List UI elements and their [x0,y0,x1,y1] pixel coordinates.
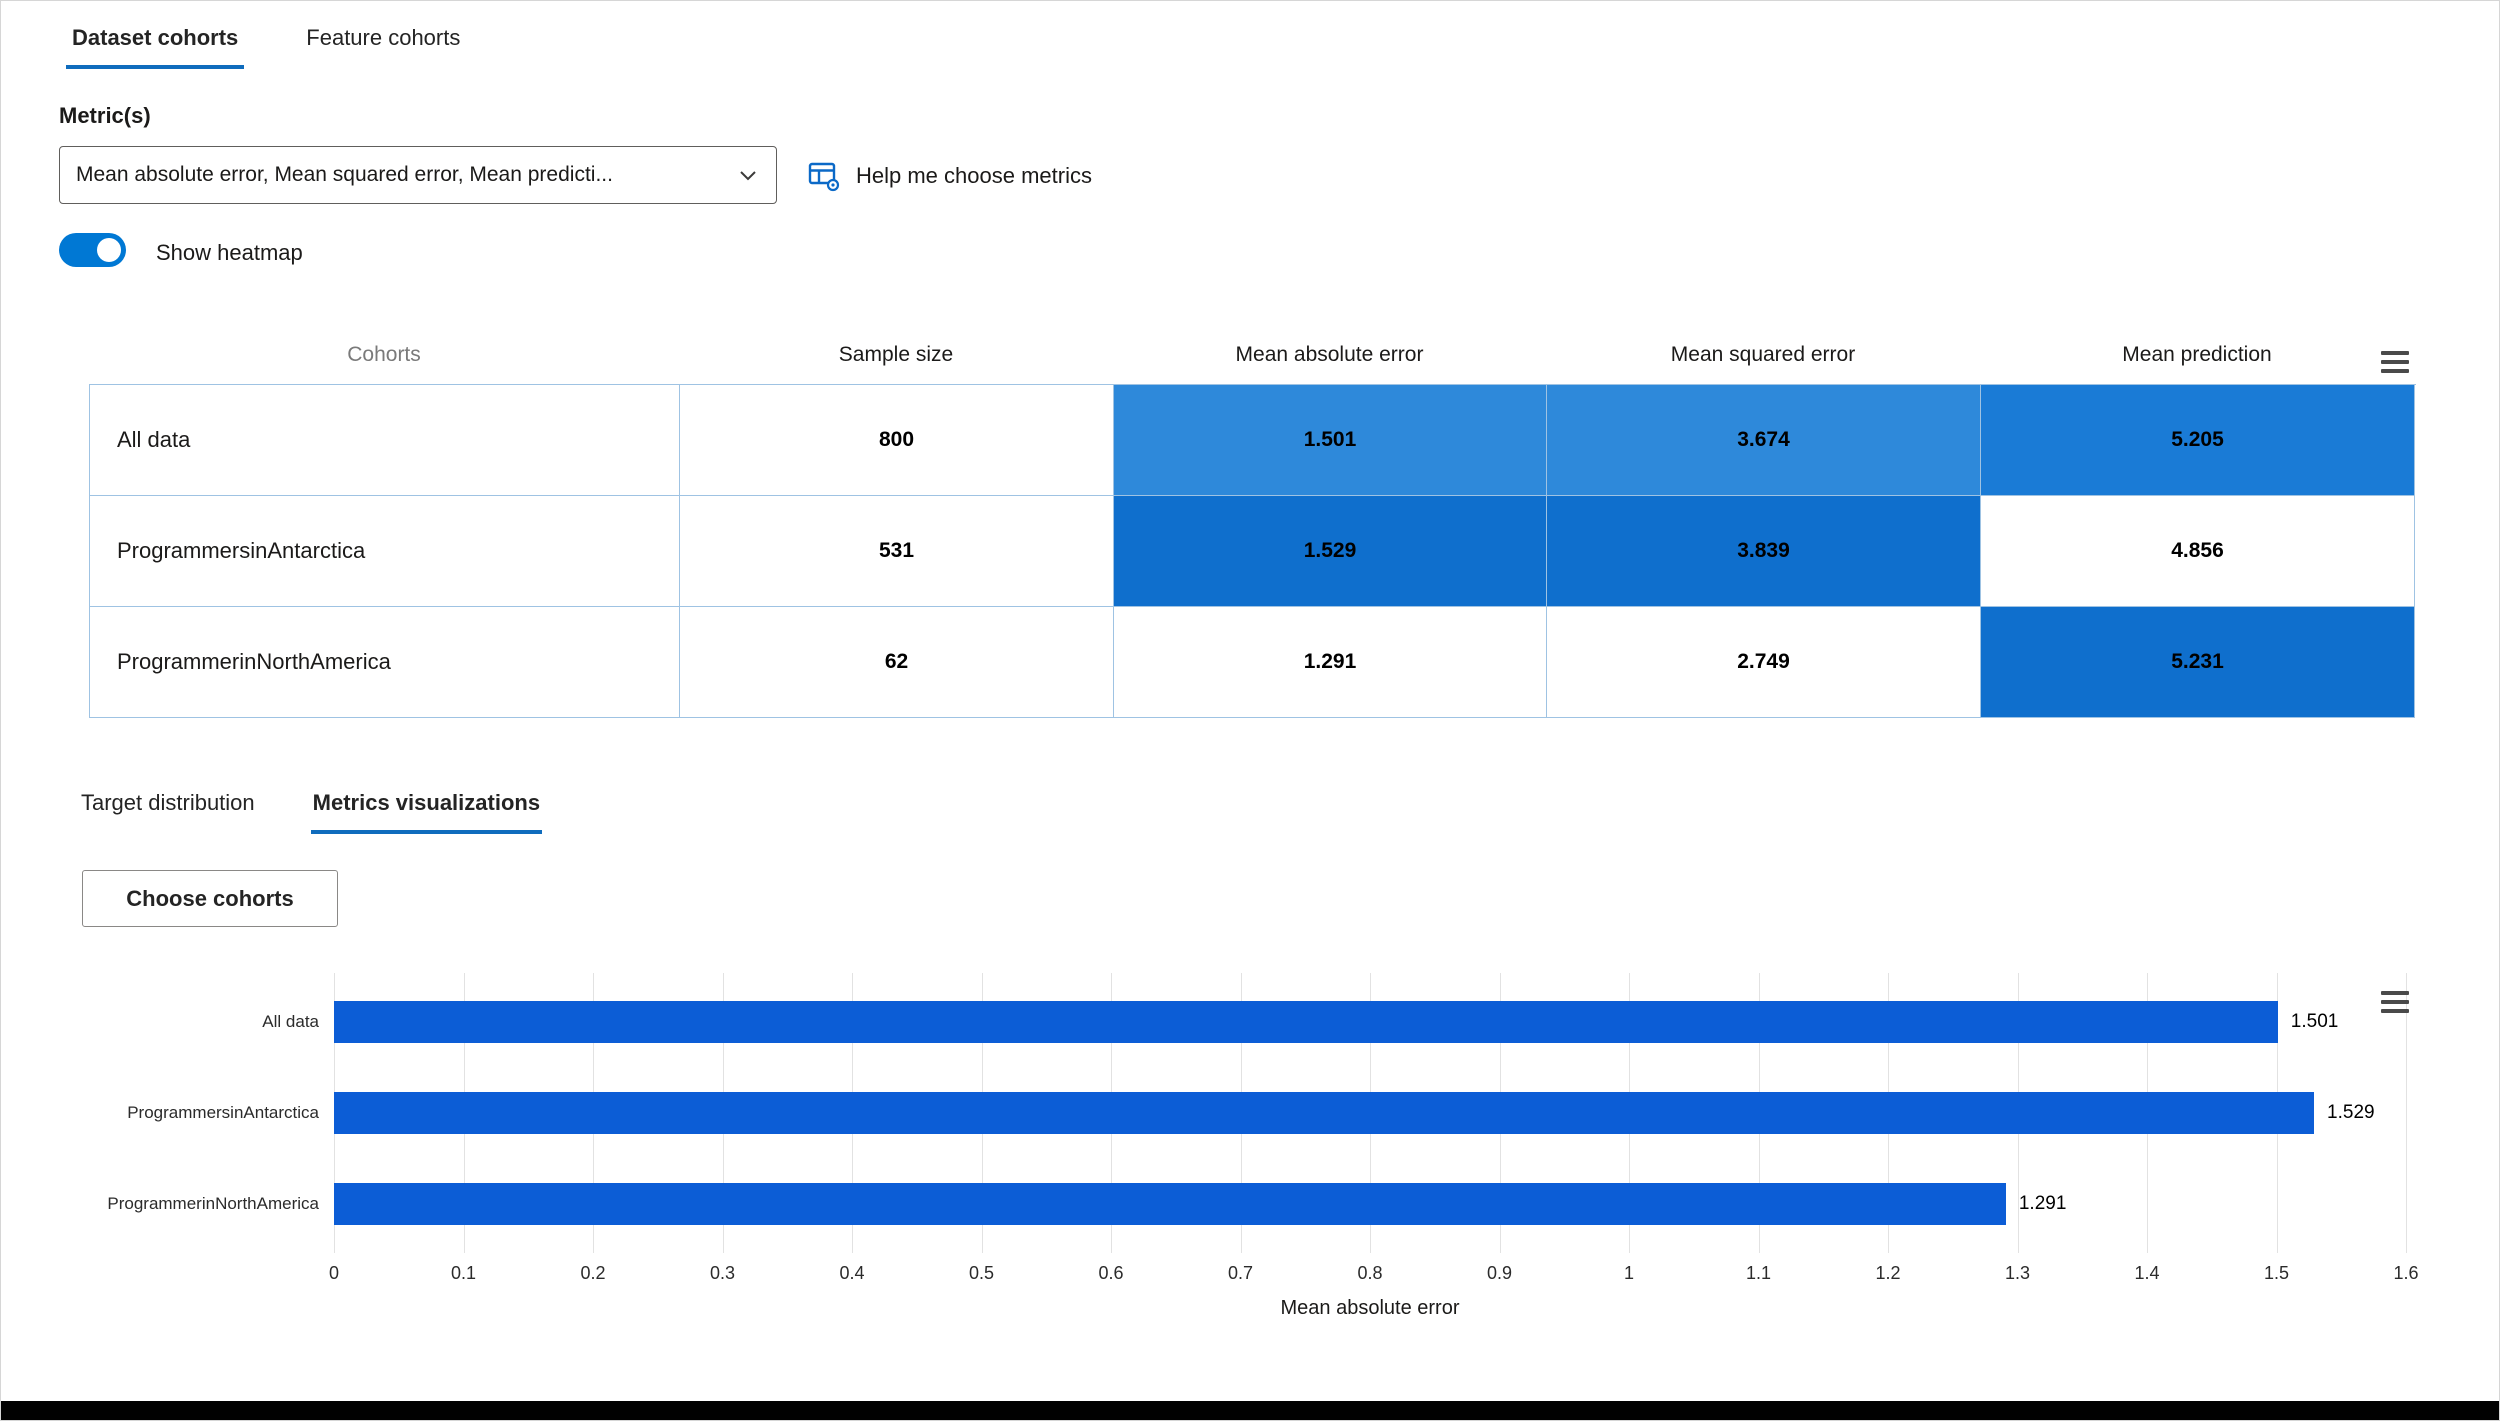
x-tick-label: 1.4 [2134,1263,2160,1283]
column-header-sample-size: Sample size [838,343,954,366]
sample-size-cell: 800 [680,385,1114,496]
x-tick-label: 0.9 [1486,1263,1513,1283]
model-overview-panel: Dataset cohorts Feature cohorts Metric(s… [0,0,2500,1421]
metrics-dropdown-value: Mean absolute error, Mean squared error,… [76,163,613,186]
x-tick-label: 1.5 [2263,1263,2290,1283]
x-tick-label: 1.1 [1745,1263,1772,1283]
y-category-label: All data [262,1012,319,1032]
choose-metrics-icon [807,159,841,193]
bar-value-label: 1.529 [2327,1102,2375,1123]
column-header-mean-squared-error: Mean squared error [1670,343,1856,366]
x-tick-label: 1.6 [2393,1263,2419,1283]
metric-heatmap-cell: 4.856 [1981,496,2415,607]
bar-value-label: 1.291 [2018,1192,2067,1214]
sample-size-cell: 62 [680,607,1114,718]
y-category-label: ProgrammerinNorthAmerica [107,1193,319,1213]
chevron-down-icon [736,163,760,187]
table-row: ProgrammersinAntarctica 531 1.529 3.839 4.85… [90,496,2416,607]
x-tick-label: 0.6 [1098,1263,1124,1283]
x-tick-label: 0.7 [1227,1263,1254,1283]
bar[interactable] [334,1001,2278,1044]
metric-heatmap-cell: 1.501 [1114,385,1547,496]
metric-heatmap-cell: 3.674 [1547,385,1981,496]
x-tick-label: 1 [1623,1263,1635,1283]
cohort-name-cell: ProgrammerinNorthAmerica [90,607,680,718]
metric-heatmap-cell: 2.749 [1547,607,1981,718]
table-row: ProgrammerinNorthAmerica 62 1.291 2.749 5.23… [90,607,2416,718]
x-tick-label: 0.8 [1357,1263,1383,1283]
tab-metrics-visualizations[interactable]: Metrics visualizations [310,784,543,834]
bar-value-label: 1.501 [2290,1011,2339,1033]
metric-heatmap-cell: 3.839 [1547,496,1981,607]
gridline [2406,973,2407,1253]
metric-heatmap-cell: 5.231 [1981,607,2415,718]
metrics-dropdown[interactable]: Mean absolute error, Mean squared error,… [59,146,777,204]
cohort-name-cell: ProgrammersinAntarctica [90,496,680,607]
tab-target-distribution[interactable]: Target distribution [79,784,257,834]
x-tick-label: 1.3 [2004,1263,2031,1283]
tab-feature-cohorts[interactable]: Feature cohorts [300,19,466,69]
x-axis-title: Mean absolute error [1280,1297,1460,1319]
help-me-choose-metrics-label: Help me choose metrics [856,163,1092,188]
help-me-choose-metrics-button[interactable]: Help me choose metrics [807,157,1092,195]
metric-heatmap-cell: 1.291 [1114,607,1547,718]
chart-menu-icon[interactable] [2381,991,2409,1013]
toggle-knob [97,238,121,262]
show-heatmap-label: Show heatmap [156,240,303,265]
cohort-name-cell: All data [90,385,680,496]
x-tick-label: 0.2 [580,1263,606,1283]
y-category-label: ProgrammersinAntarctica [127,1103,319,1122]
column-header-cohorts: Cohorts [347,343,421,366]
x-tick-label: 0 [328,1263,340,1283]
column-header-mean-prediction: Mean prediction [2122,343,2272,366]
x-tick-label: 0.5 [968,1263,995,1283]
view-tabs: Target distribution Metrics visualizatio… [79,784,543,834]
cohort-table-body: All data 800 1.501 3.674 5.205 ProgrammersinA… [89,384,2416,718]
table-row: All data 800 1.501 3.674 5.205 [90,385,2416,496]
metrics-label: Metric(s) [59,103,151,128]
chart-plot [334,973,2407,1253]
cohort-type-tabs: Dataset cohorts Feature cohorts [66,19,466,69]
sample-size-cell: 531 [680,496,1114,607]
column-header-mean-absolute-error: Mean absolute error [1235,343,1424,366]
metrics-bar-chart: Mean absolute error 0 0.1 0.2 0.3 0.4 0.5 0.6 0… [1,961,2499,1361]
table-menu-icon[interactable] [2381,351,2409,373]
choose-cohorts-button[interactable]: Choose cohorts [82,870,338,927]
x-tick-label: 0.3 [709,1263,736,1283]
bottom-bar [1,1401,2499,1420]
show-heatmap-toggle[interactable] [59,233,126,267]
tab-dataset-cohorts[interactable]: Dataset cohorts [66,19,245,69]
metric-heatmap-cell: 1.529 [1114,496,1547,607]
x-tick-label: 0.4 [839,1263,865,1283]
metric-heatmap-cell: 5.205 [1981,385,2415,496]
x-tick-label: 1.2 [1875,1263,1901,1283]
x-tick-label: 0.1 [450,1263,477,1283]
bar[interactable] [334,1092,2315,1134]
bar[interactable] [334,1182,2006,1225]
